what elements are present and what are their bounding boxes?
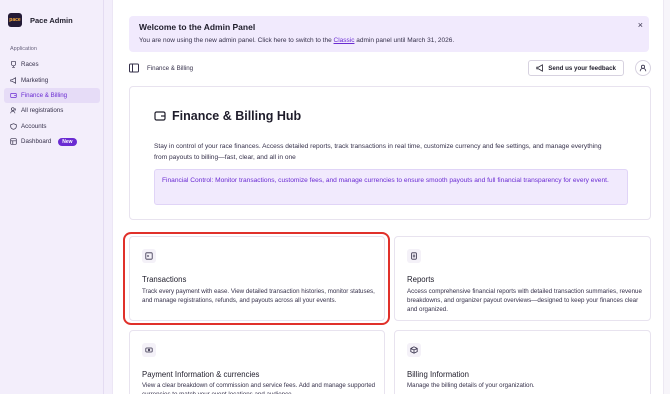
card-title: Reports [407,275,435,284]
sidebar-nav: Races Marketing Finance & Billing All re… [4,57,100,149]
billing-information-card[interactable]: Billing Information Manage the billing d… [394,330,651,394]
terminal-icon [142,249,156,263]
main-content: Welcome to the Admin Panel You are now u… [112,0,670,394]
sidebar-item-label: Races [21,61,39,69]
box-icon [407,343,421,357]
financial-control-callout: Financial Control: Monitor transactions,… [154,169,628,205]
sidebar-item-label: Accounts [21,122,47,130]
payment-information-card[interactable]: Payment Information & currencies View a … [129,330,385,394]
sidebar-item-marketing[interactable]: Marketing [4,72,100,87]
scrollbar[interactable] [663,0,670,394]
transactions-card[interactable]: Transactions Track every payment with ea… [129,236,385,321]
finance-hub-panel: Finance & Billing Hub Stay in control of… [129,86,651,220]
report-icon [407,249,421,263]
classic-link[interactable]: Classic [334,37,355,44]
hub-title-text: Finance & Billing Hub [172,109,302,123]
sidebar: pace Pace Admin Application Races Market… [0,0,104,394]
toolbar: Finance & Billing Send us your feedback [129,60,651,78]
brand-name: Pace Admin [30,15,73,25]
megaphone-icon [10,76,17,84]
wallet-icon [154,111,166,121]
banner-text-after: admin panel until March 31, 2026. [354,37,455,44]
sidebar-item-label: Marketing [21,76,49,84]
hub-title: Finance & Billing Hub [154,109,301,123]
wallet-icon [10,92,17,99]
section-label: Application [10,46,37,52]
sidebar-item-label: Dashboard [21,138,52,146]
sidebar-item-all-registrations[interactable]: All registrations [4,103,100,118]
users-icon [10,107,17,114]
sidebar-item-label: All registrations [21,107,64,115]
card-description: Manage the billing details of your organ… [407,382,535,389]
card-title: Payment Information & currencies [142,370,260,379]
user-avatar-button[interactable] [635,60,651,76]
pace-logo: pace [8,13,22,27]
trophy-icon [10,61,17,68]
card-title: Transactions [142,275,187,284]
sidebar-item-races[interactable]: Races [4,57,100,72]
banner-text: You are now using the new admin panel. C… [139,37,454,44]
feedback-button[interactable]: Send us your feedback [528,60,624,76]
card-description: Access comprehensive financial reports w… [407,288,642,313]
sidebar-item-dashboard[interactable]: Dashboard New [4,134,100,149]
brand[interactable]: pace Pace Admin [8,13,73,27]
dashboard-icon [10,138,17,145]
close-icon[interactable]: × [638,20,643,30]
megaphone-icon [536,64,544,72]
new-badge: New [58,137,77,146]
card-title: Billing Information [407,370,469,379]
sidebar-item-finance-billing[interactable]: Finance & Billing [4,87,100,104]
sidebar-item-label: Finance & Billing [21,91,68,99]
card-description: View a clear breakdown of commission and… [142,382,376,394]
banner-text-before: You are now using the new admin panel. C… [139,37,334,44]
shield-icon [10,123,17,130]
banknote-icon [142,343,156,357]
user-icon [639,64,647,72]
breadcrumb: Finance & Billing [147,65,194,72]
reports-card[interactable]: Reports Access comprehensive financial r… [394,236,651,321]
sidebar-item-accounts[interactable]: Accounts [4,119,100,134]
banner-title: Welcome to the Admin Panel [139,22,256,32]
welcome-banner: Welcome to the Admin Panel You are now u… [129,16,649,52]
sidebar-toggle-icon[interactable] [129,63,139,73]
feedback-label: Send us your feedback [548,64,616,72]
hub-description: Stay in control of your race finances. A… [154,143,602,161]
card-description: Track every payment with ease. View deta… [142,288,375,304]
